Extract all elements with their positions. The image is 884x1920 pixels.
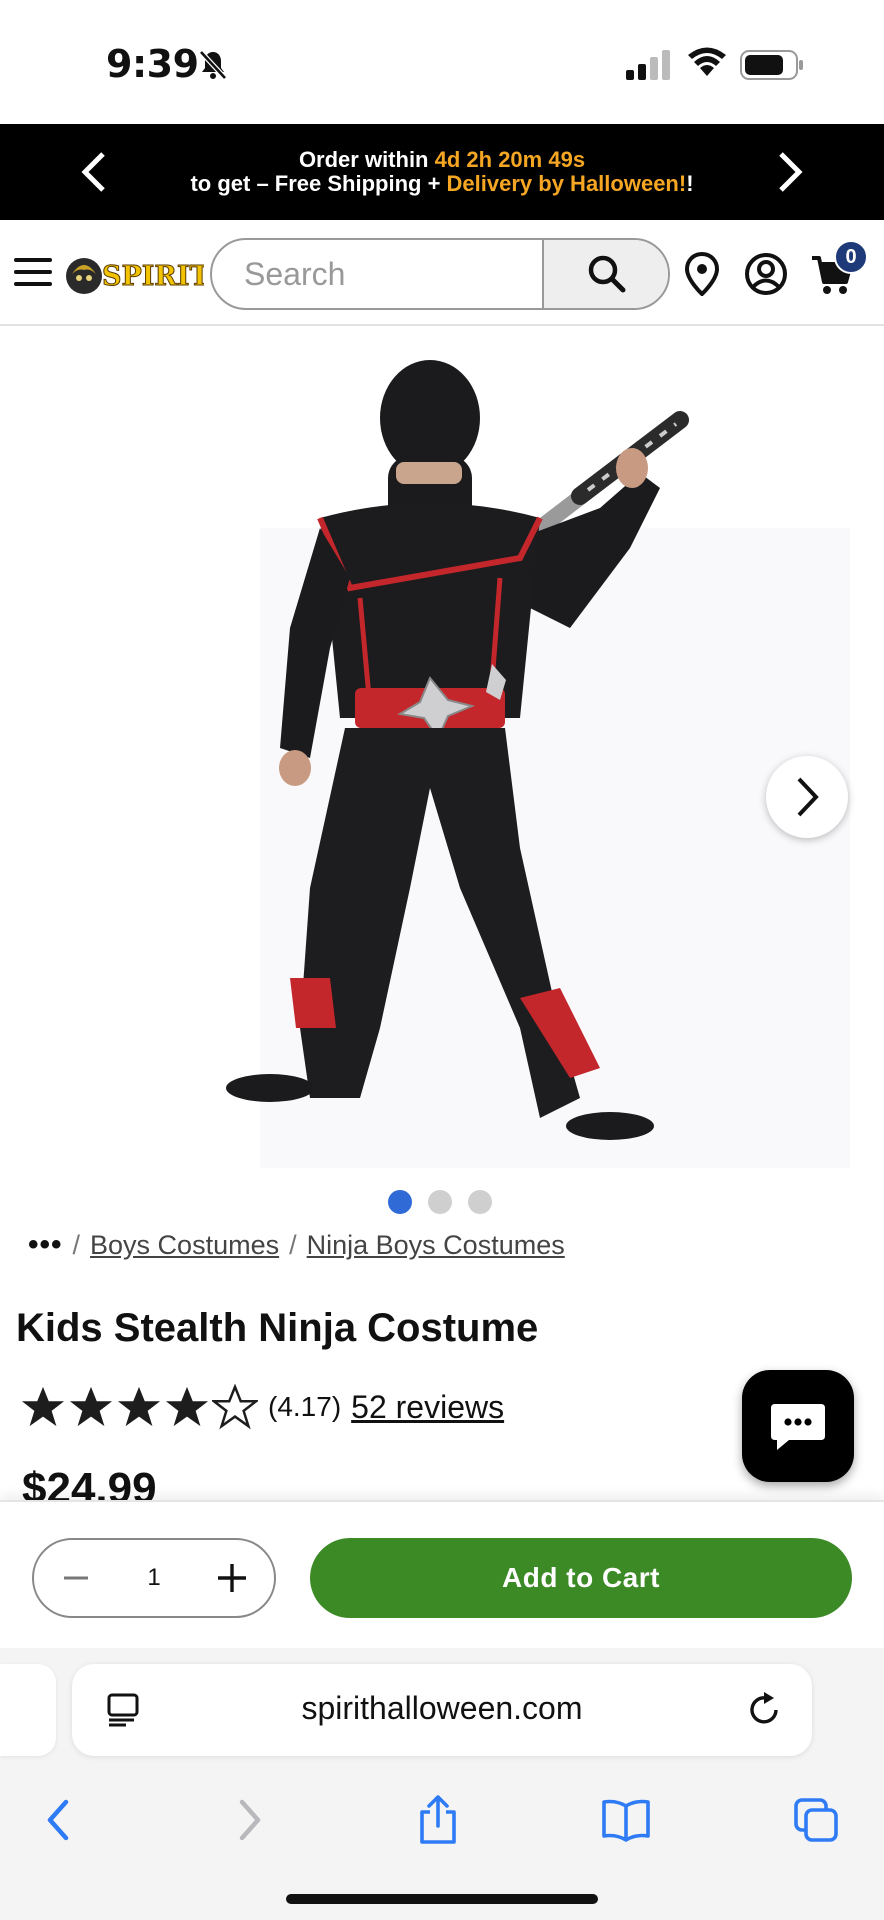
image-next-button[interactable] xyxy=(766,756,848,838)
quantity-stepper: 1 xyxy=(32,1538,276,1618)
bell-slash-icon xyxy=(199,50,227,80)
star-filled-icon xyxy=(165,1386,209,1427)
battery-icon xyxy=(740,50,803,80)
search-input[interactable] xyxy=(212,240,542,308)
breadcrumb: ••• / Boys Costumes / Ninja Boys Costume… xyxy=(28,1228,565,1262)
bookmarks-button[interactable] xyxy=(596,1790,656,1850)
chevron-right-icon xyxy=(797,777,819,817)
location-pin-icon[interactable] xyxy=(684,252,720,296)
plus-icon[interactable] xyxy=(216,1562,248,1594)
chevron-left-icon xyxy=(81,152,105,192)
signal-icon xyxy=(626,50,670,80)
svg-text:SPIRIT: SPIRIT xyxy=(102,261,204,292)
minus-icon[interactable] xyxy=(60,1562,92,1594)
promo-prev-button[interactable] xyxy=(66,144,122,200)
home-indicator xyxy=(286,1894,598,1904)
star-empty-icon xyxy=(212,1384,258,1430)
site-header: SPIRIT xyxy=(0,220,884,326)
promo-text[interactable]: Order within 4d 2h 20m 49s to get – Free… xyxy=(120,148,764,196)
tabs-button[interactable] xyxy=(786,1790,846,1850)
spirit-logo[interactable]: SPIRIT xyxy=(64,252,204,296)
share-button[interactable] xyxy=(408,1790,468,1850)
quantity-value[interactable]: 1 xyxy=(147,1564,160,1592)
address-bar[interactable]: spirithalloween.com xyxy=(72,1664,812,1756)
search-button[interactable] xyxy=(542,240,668,308)
breadcrumb-link-ninja-boys-costumes[interactable]: Ninja Boys Costumes xyxy=(307,1230,565,1261)
chat-button[interactable] xyxy=(742,1370,854,1482)
add-to-cart-bar: 1 Add to Cart xyxy=(0,1500,884,1648)
share-icon xyxy=(420,1795,456,1844)
promo-next-button[interactable] xyxy=(762,144,818,200)
product-title: Kids Stealth Ninja Costume xyxy=(16,1306,539,1350)
back-button[interactable] xyxy=(28,1790,88,1850)
breadcrumb-link-boys-costumes[interactable]: Boys Costumes xyxy=(90,1230,279,1261)
reviews-link[interactable]: 52 reviews xyxy=(351,1389,504,1426)
hamburger-icon[interactable] xyxy=(14,258,52,288)
search-icon xyxy=(588,255,626,293)
star-filled-icon xyxy=(21,1386,65,1427)
url-text: spirithalloween.com xyxy=(301,1690,583,1726)
bookmarks-icon xyxy=(602,1799,650,1842)
image-carousel-dots xyxy=(388,1190,492,1214)
status-time: 9:39 xyxy=(106,42,199,86)
chat-icon xyxy=(771,1404,825,1450)
promo-line1-prefix: Order within xyxy=(298,147,435,172)
tabs-icon xyxy=(794,1798,838,1842)
product-image[interactable] xyxy=(0,328,884,1168)
star-filled-icon xyxy=(117,1386,161,1427)
breadcrumb-ellipsis[interactable]: ••• xyxy=(28,1228,63,1262)
add-to-cart-button[interactable]: Add to Cart xyxy=(310,1538,852,1618)
promo-highlight: Delivery by Halloween! xyxy=(446,171,687,196)
promo-line2-suffix: ! xyxy=(686,171,694,196)
promo-banner: Order within 4d 2h 20m 49s to get – Free… xyxy=(0,124,884,220)
search-box xyxy=(210,238,670,310)
previous-tab-peek[interactable] xyxy=(0,1664,56,1756)
carousel-dot-3[interactable] xyxy=(468,1190,492,1214)
status-bar: 9:39 xyxy=(0,0,884,124)
browser-chrome: spirithalloween.com xyxy=(0,1648,884,1920)
forward-icon xyxy=(239,1799,261,1841)
product-rating: (4.17) 52 reviews xyxy=(20,1384,504,1430)
carousel-dot-1[interactable] xyxy=(388,1190,412,1214)
back-icon xyxy=(47,1799,69,1841)
forward-button[interactable] xyxy=(220,1790,280,1850)
account-icon[interactable] xyxy=(744,252,788,296)
reload-icon[interactable] xyxy=(746,1690,782,1728)
star-filled-icon xyxy=(69,1386,113,1427)
cart-count-badge: 0 xyxy=(834,240,868,274)
breadcrumb-separator: / xyxy=(72,1229,81,1260)
chevron-right-icon xyxy=(779,152,803,192)
promo-countdown: 4d 2h 20m 49s xyxy=(434,147,586,172)
promo-line2-prefix: to get – Free Shipping + xyxy=(190,171,447,196)
breadcrumb-separator: / xyxy=(289,1229,297,1260)
wifi-icon xyxy=(688,47,726,76)
rating-value: (4.17) xyxy=(268,1391,342,1422)
carousel-dot-2[interactable] xyxy=(428,1190,452,1214)
ninja-costume-image xyxy=(226,360,850,1168)
